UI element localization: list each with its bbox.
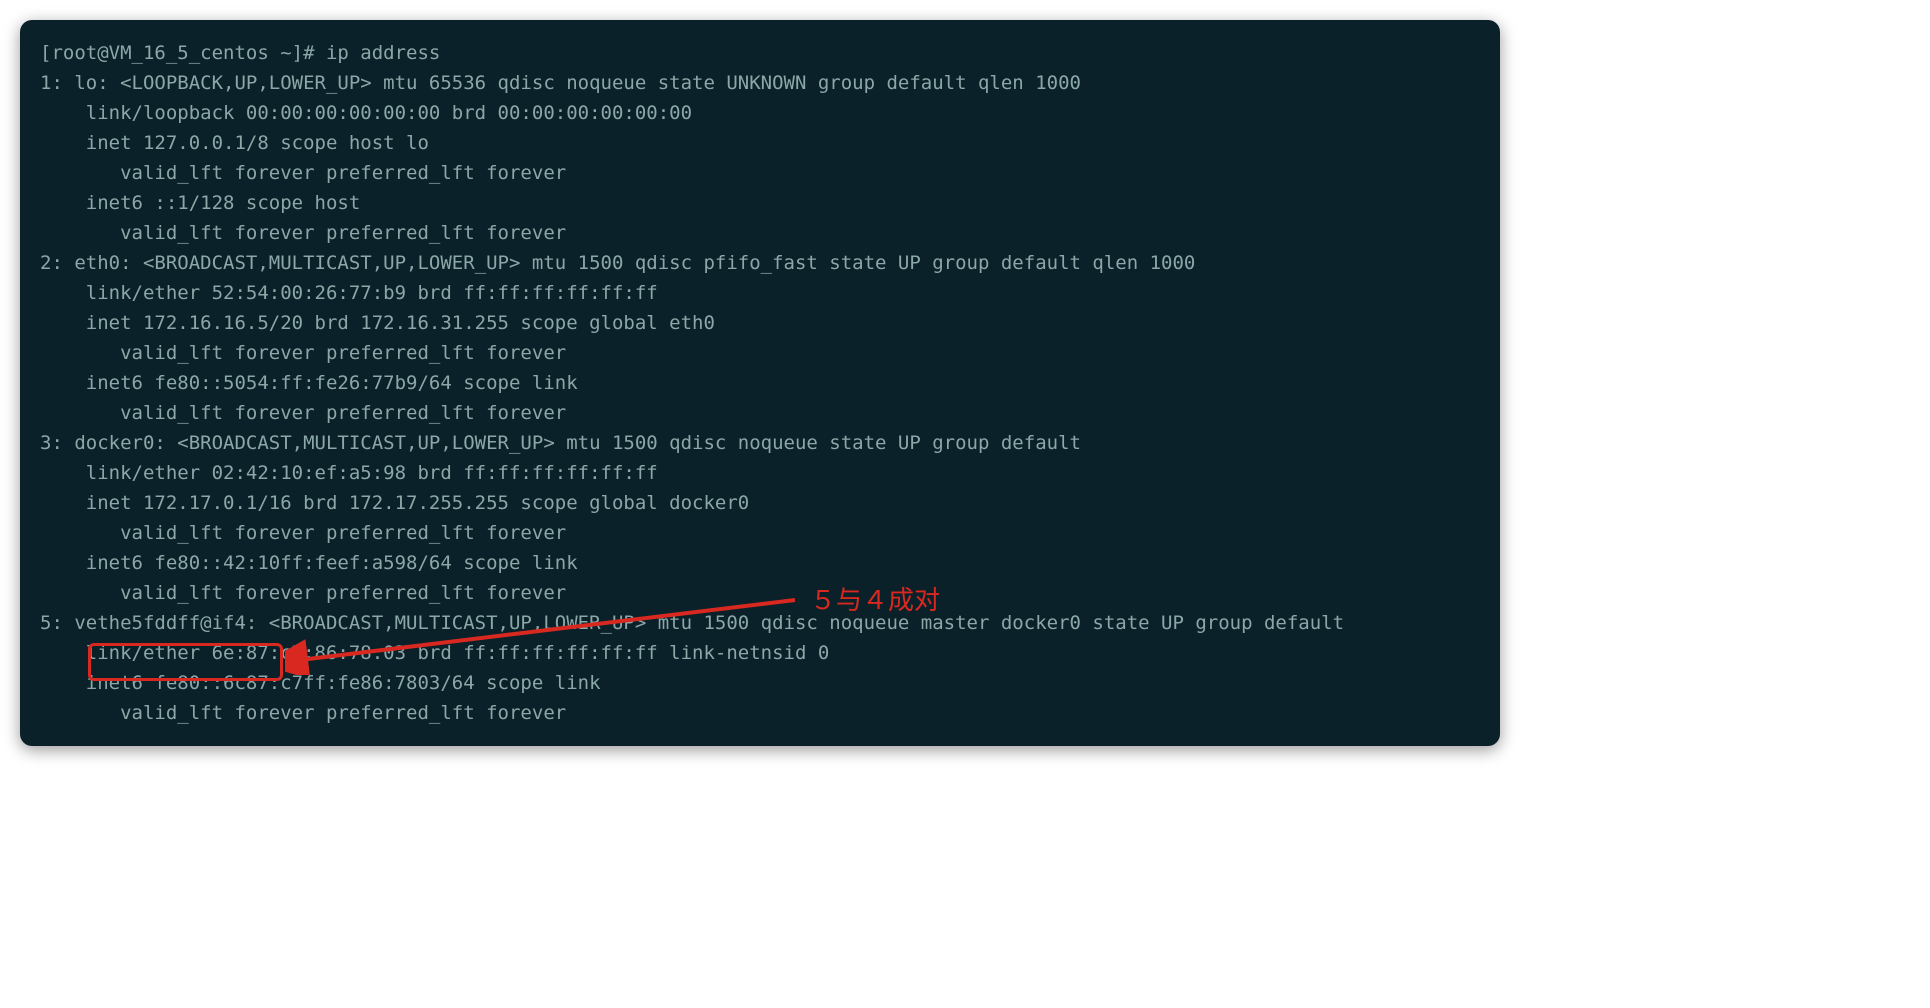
output-line: 2: eth0: <BROADCAST,MULTICAST,UP,LOWER_U…: [40, 248, 1480, 278]
output-line: inet 172.17.0.1/16 brd 172.17.255.255 sc…: [40, 488, 1480, 518]
output-line: inet 172.16.16.5/20 brd 172.16.31.255 sc…: [40, 308, 1480, 338]
output-line: inet6 fe80::42:10ff:feef:a598/64 scope l…: [40, 548, 1480, 578]
terminal-window: [root@VM_16_5_centos ~]# ip address 1: l…: [20, 20, 1500, 746]
output-line: link/loopback 00:00:00:00:00:00 brd 00:0…: [40, 98, 1480, 128]
output-line: inet 127.0.0.1/8 scope host lo: [40, 128, 1480, 158]
output-line: link/ether 52:54:00:26:77:b9 brd ff:ff:f…: [40, 278, 1480, 308]
annotation-label: ５与４成对: [810, 580, 940, 621]
output-line: valid_lft forever preferred_lft forever: [40, 218, 1480, 248]
output-line: valid_lft forever preferred_lft forever: [40, 698, 1480, 728]
output-line: valid_lft forever preferred_lft forever: [40, 518, 1480, 548]
output-line: inet6 fe80::5054:ff:fe26:77b9/64 scope l…: [40, 368, 1480, 398]
output-line: valid_lft forever preferred_lft forever: [40, 398, 1480, 428]
output-line: 1: lo: <LOOPBACK,UP,LOWER_UP> mtu 65536 …: [40, 68, 1480, 98]
output-line: valid_lft forever preferred_lft forever: [40, 338, 1480, 368]
output-line: 3: docker0: <BROADCAST,MULTICAST,UP,LOWE…: [40, 428, 1480, 458]
output-line: link/ether 02:42:10:ef:a5:98 brd ff:ff:f…: [40, 458, 1480, 488]
highlight-box-veth-interface: [88, 643, 283, 681]
command-prompt-line: [root@VM_16_5_centos ~]# ip address: [40, 38, 1480, 68]
output-line: 5: vethe5fddff@if4: <BROADCAST,MULTICAST…: [40, 608, 1480, 638]
output-line: inet6 ::1/128 scope host: [40, 188, 1480, 218]
output-line: valid_lft forever preferred_lft forever: [40, 578, 1480, 608]
output-line: valid_lft forever preferred_lft forever: [40, 158, 1480, 188]
